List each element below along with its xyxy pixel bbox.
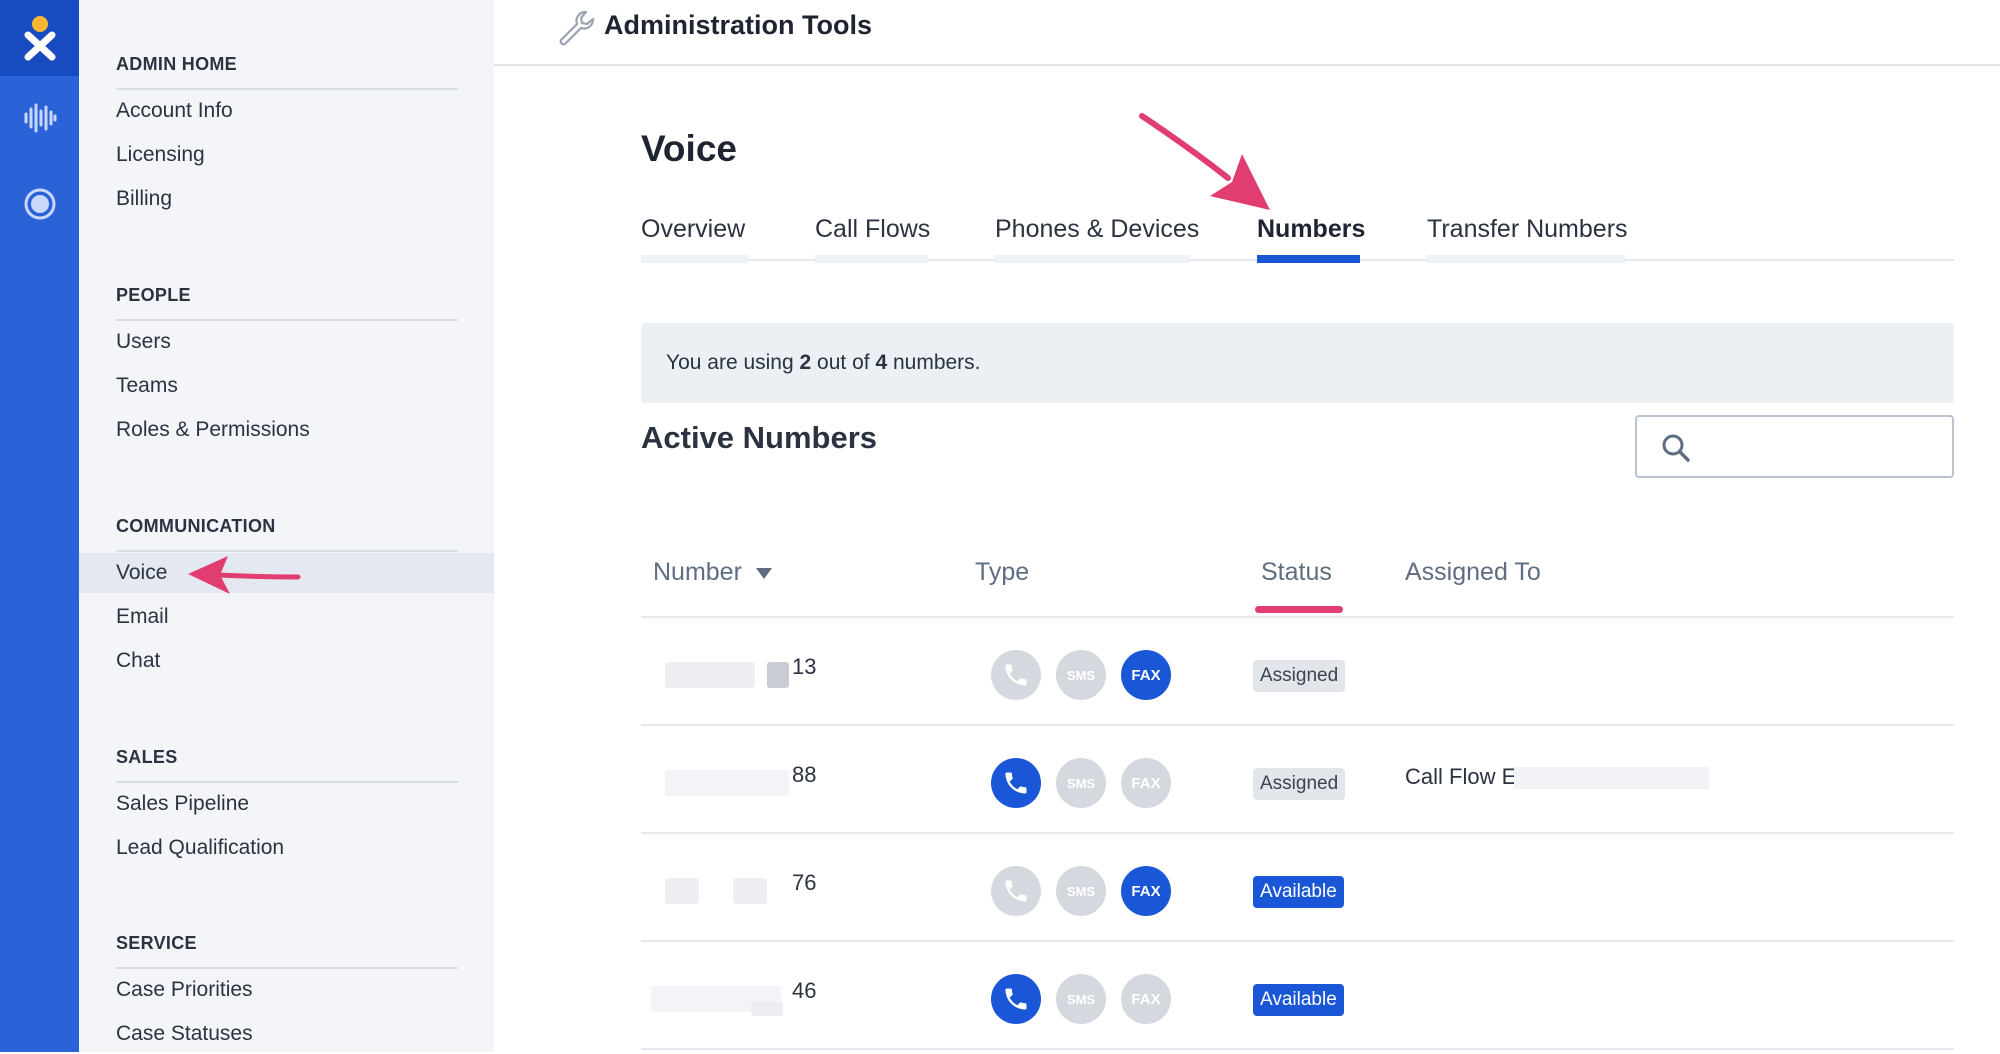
usage-banner: You are using 2 out of 4 numbers. — [641, 323, 1954, 403]
search-icon — [1662, 434, 1690, 462]
sidebar-item-users[interactable]: Users — [79, 322, 494, 362]
voice-phone-icon — [991, 866, 1041, 916]
column-header-number[interactable]: Number — [653, 558, 772, 587]
admin-sidebar: ADMIN HOME Account Info Licensing Billin… — [79, 0, 494, 1052]
sidebar-item-case-statuses[interactable]: Case Statuses — [79, 1014, 494, 1054]
table-row[interactable]: 88 SMS FAX Assigned Call Flow E — [641, 726, 1954, 834]
tab-label: Overview — [641, 215, 746, 243]
sidebar-item-case-priorities[interactable]: Case Priorities — [79, 970, 494, 1010]
assigned-to-cell[interactable]: Call Flow E — [1405, 764, 1710, 790]
redacted-number — [665, 662, 755, 688]
sidebar-item-teams[interactable]: Teams — [79, 366, 494, 406]
number-cell: 13 — [651, 618, 821, 726]
app-rail — [0, 0, 79, 1052]
sidebar-item-roles-permissions[interactable]: Roles & Permissions — [79, 410, 494, 450]
circle-status-icon[interactable] — [0, 174, 79, 234]
tab-bar: Overview Call Flows Phones & Devices Num… — [641, 205, 1954, 263]
redacted-number — [751, 1002, 783, 1016]
status-badge: Available — [1253, 876, 1344, 908]
number-cell: 88 — [651, 726, 821, 834]
annotation-arrow-left-icon — [188, 556, 301, 594]
fax-icon: FAX — [1121, 974, 1171, 1024]
redacted-number — [665, 770, 789, 796]
voice-phone-icon — [991, 650, 1041, 700]
active-numbers-heading: Active Numbers — [641, 420, 878, 455]
section-title: SALES — [116, 747, 178, 767]
sms-icon: SMS — [1056, 758, 1106, 808]
search-box[interactable] — [1635, 415, 1954, 478]
usage-prefix: You are using — [666, 351, 794, 374]
sidebar-item-chat[interactable]: Chat — [79, 641, 494, 681]
search-input[interactable] — [1703, 429, 1933, 465]
wrench-icon — [559, 10, 595, 46]
tab-numbers[interactable]: Numbers — [1257, 205, 1365, 263]
tab-label: Transfer Numbers — [1427, 215, 1628, 243]
sidebar-item-account-info[interactable]: Account Info — [79, 91, 494, 131]
sms-icon: SMS — [1056, 650, 1106, 700]
sms-icon: SMS — [1056, 974, 1106, 1024]
voice-waveform-icon[interactable] — [0, 88, 79, 148]
sidebar-item-sales-pipeline[interactable]: Sales Pipeline — [79, 784, 494, 824]
number-suffix: 46 — [792, 978, 817, 1003]
fax-icon: FAX — [1121, 758, 1171, 808]
divider — [116, 319, 458, 321]
usage-suffix: numbers. — [892, 351, 981, 374]
status-badge: Assigned — [1253, 660, 1346, 692]
tab-phones-devices[interactable]: Phones & Devices — [995, 205, 1199, 263]
redacted-number — [665, 878, 699, 904]
number-suffix: 13 — [792, 654, 817, 679]
column-header-status[interactable]: Status — [1255, 558, 1343, 613]
top-header: Administration Tools — [494, 0, 2000, 66]
nextiva-logo-icon[interactable] — [0, 0, 79, 76]
voice-phone-icon — [991, 758, 1041, 808]
number-suffix: 76 — [792, 870, 817, 895]
usage-middle: out of — [817, 351, 870, 374]
column-label: Number — [653, 558, 742, 586]
usage-used: 2 — [799, 351, 812, 374]
section-title: ADMIN HOME — [116, 54, 237, 74]
number-cell: 76 — [651, 834, 821, 942]
fax-icon: FAX — [1121, 866, 1171, 916]
sms-icon: SMS — [1056, 866, 1106, 916]
table-header: Number Type Status Assigned To — [641, 548, 1954, 618]
sidebar-item-email[interactable]: Email — [79, 597, 494, 637]
tab-label: Call Flows — [815, 215, 931, 243]
divider — [116, 88, 458, 90]
section-title: PEOPLE — [116, 285, 191, 305]
divider — [116, 781, 458, 783]
redacted-text — [1514, 767, 1710, 790]
section-title: SERVICE — [116, 933, 197, 953]
sidebar-item-licensing[interactable]: Licensing — [79, 135, 494, 175]
annotation-arrow-down-icon — [1139, 113, 1270, 210]
status-badge: Available — [1253, 984, 1344, 1016]
section-title: COMMUNICATION — [116, 516, 276, 536]
number-cell: 46 — [651, 942, 821, 1050]
fax-icon: FAX — [1121, 650, 1171, 700]
page-header-title: Administration Tools — [604, 10, 872, 40]
tab-call-flows[interactable]: Call Flows — [815, 205, 931, 263]
assigned-to-text: Call Flow E — [1405, 764, 1517, 789]
usage-total: 4 — [875, 351, 888, 374]
tab-transfer-numbers[interactable]: Transfer Numbers — [1427, 205, 1628, 263]
sidebar-item-billing[interactable]: Billing — [79, 179, 494, 219]
status-badge: Assigned — [1253, 768, 1346, 800]
page-title: Voice — [641, 128, 737, 169]
number-suffix: 88 — [792, 762, 817, 787]
sidebar-item-lead-qualification[interactable]: Lead Qualification — [79, 828, 494, 868]
divider — [116, 967, 458, 969]
column-header-assigned-to[interactable]: Assigned To — [1405, 558, 1541, 587]
column-header-type[interactable]: Type — [975, 558, 1029, 587]
sort-descending-icon[interactable] — [755, 567, 772, 579]
voice-phone-icon — [991, 974, 1041, 1024]
redacted-number — [733, 878, 767, 904]
tab-overview[interactable]: Overview — [641, 205, 748, 263]
table-row[interactable]: 76 SMS FAX Available — [641, 834, 1954, 942]
redacted-number — [767, 662, 789, 688]
table-row[interactable]: 13 SMS FAX Assigned — [641, 618, 1954, 726]
table-row[interactable]: 46 SMS FAX Available — [641, 942, 1954, 1050]
